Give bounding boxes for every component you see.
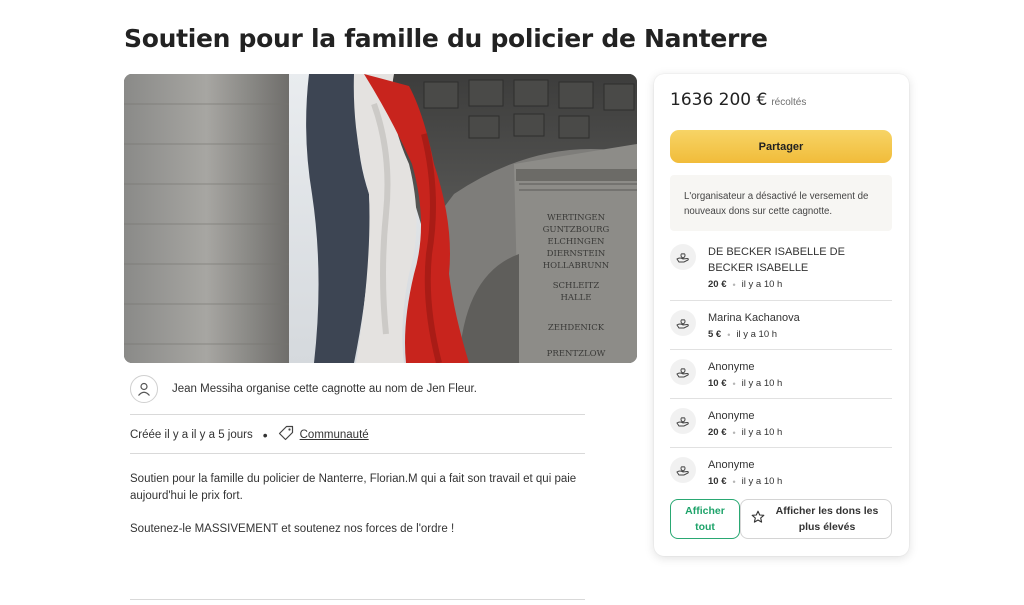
divider <box>670 398 892 399</box>
disabled-notice: L'organisateur a désactivé le versement … <box>670 175 892 231</box>
hero-image: WERTINGEN GUNTZBOURG ELCHINGEN DIERNSTEI… <box>124 74 637 363</box>
donation-item: Anonyme 20 € • il y a 10 h <box>670 408 892 438</box>
avatar <box>130 375 158 403</box>
amount-suffix: récoltés <box>771 97 807 108</box>
inscription: HOLLABRUNN <box>543 261 610 271</box>
show-top-donations-button[interactable]: Afficher les dons les plus élevés <box>740 499 892 539</box>
inscription: GUNTZBOURG <box>543 225 610 235</box>
donation-item: Anonyme 10 € • il y a 10 h <box>670 457 892 487</box>
description-paragraph: Soutenez-le MASSIVEMENT et soutenez nos … <box>130 523 455 535</box>
meta-dot: • <box>732 476 736 487</box>
donation-item: DE BECKER ISABELLE DE BECKER ISABELLE 20… <box>670 244 892 290</box>
donation-item: Anonyme 10 € • il y a 10 h <box>670 359 892 389</box>
share-button[interactable]: Partager <box>670 130 892 163</box>
donation-actions: Afficher tout Afficher les dons les plus… <box>670 499 892 539</box>
meta-dot: • <box>732 378 736 389</box>
meta-separator: • <box>262 426 268 443</box>
donation-amount: 10 € <box>708 476 727 487</box>
donation-card: 1636 200 € récoltés Partager L'organisat… <box>654 74 909 556</box>
organizer-text: Jean Messiha organise cette cagnotte au … <box>172 383 477 395</box>
donation-time: il y a 10 h <box>741 427 783 438</box>
donor-name: Anonyme <box>708 410 755 422</box>
divider <box>670 447 892 448</box>
inscription: ELCHINGEN <box>548 237 606 247</box>
amount-row: 1636 200 € récoltés <box>670 90 806 110</box>
donation-hands-icon <box>670 310 696 336</box>
donation-time: il y a 10 h <box>741 476 783 487</box>
page-title: Soutien pour la famille du policier de N… <box>124 24 768 53</box>
show-all-button[interactable]: Afficher tout <box>670 499 740 539</box>
meta-dot: • <box>727 329 731 340</box>
donor-name: Anonyme <box>708 459 755 471</box>
donation-amount: 10 € <box>708 378 727 389</box>
meta-dot: • <box>732 279 736 290</box>
category-link[interactable]: Communauté <box>300 429 369 441</box>
donation-time: il y a 10 h <box>736 329 778 340</box>
description: Soutien pour la famille du policier de N… <box>130 471 580 538</box>
divider <box>130 599 585 600</box>
donation-time: il y a 10 h <box>741 378 783 389</box>
inscription: PRENTZLOW <box>547 349 606 359</box>
inscription: HALLE <box>560 293 591 303</box>
inscription: WERTINGEN <box>547 213 606 223</box>
divider <box>130 414 585 415</box>
donation-amount: 5 € <box>708 329 722 340</box>
inscription: SCHLEITZ <box>553 281 600 291</box>
donor-name: Marina Kachanova <box>708 312 800 324</box>
organizer-row: Jean Messiha organise cette cagnotte au … <box>130 375 477 403</box>
meta-dot: • <box>732 427 736 438</box>
donation-hands-icon <box>670 457 696 483</box>
inscription: DIERNSTEIN <box>547 249 606 259</box>
donation-item: Marina Kachanova 5 € • il y a 10 h <box>670 310 892 340</box>
donor-name: Anonyme <box>708 361 755 373</box>
user-icon <box>138 382 150 396</box>
divider <box>670 349 892 350</box>
description-paragraph: Soutien pour la famille du policier de N… <box>130 473 577 502</box>
donation-hands-icon <box>670 244 696 270</box>
tag-icon <box>278 425 294 444</box>
divider <box>130 453 585 454</box>
amount-raised: 1636 200 € <box>670 90 768 110</box>
arc-de-triomphe-flag-photo: WERTINGEN GUNTZBOURG ELCHINGEN DIERNSTEI… <box>124 74 637 363</box>
divider <box>670 300 892 301</box>
created-date: Créée il y a il y a 5 jours <box>130 428 253 441</box>
donation-amount: 20 € <box>708 427 727 438</box>
meta-row: Créée il y a il y a 5 jours • Communauté <box>130 425 369 444</box>
inscription: ZEHDENICK <box>548 323 605 333</box>
donation-hands-icon <box>670 408 696 434</box>
star-icon <box>751 510 765 529</box>
donor-name: DE BECKER ISABELLE DE BECKER ISABELLE <box>708 246 845 274</box>
donation-hands-icon <box>670 359 696 385</box>
donation-amount: 20 € <box>708 279 727 290</box>
show-top-label: Afficher les dons les plus élevés <box>775 505 879 533</box>
donation-time: il y a 10 h <box>741 279 783 290</box>
